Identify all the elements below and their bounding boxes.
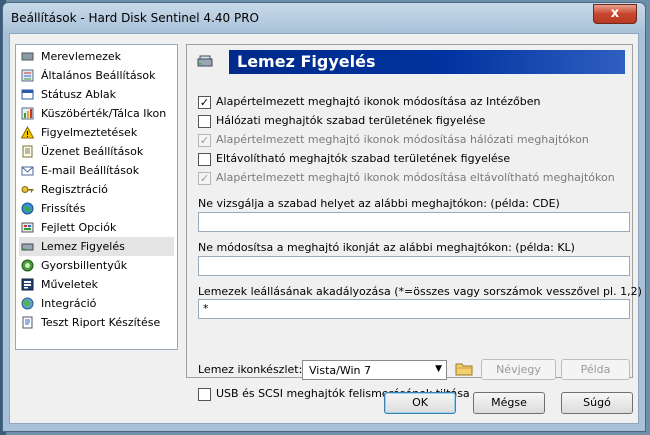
panel-header: Lemez Figyelés	[195, 50, 625, 74]
hotkey-icon	[21, 259, 34, 272]
key-icon	[21, 186, 34, 193]
sidebar-item-kuszobertek[interactable]: Küszöbérték/Tálca Ikon	[19, 104, 174, 123]
settings-icon	[21, 69, 34, 82]
sidebar-item-lemez-figyeles[interactable]: Lemez Figyelés	[19, 237, 174, 256]
checkbox-box: ✓	[198, 172, 211, 185]
sidebar-item-email[interactable]: E-mail Beállítások	[19, 161, 174, 180]
sidebar-item-frissites[interactable]: Frissítés	[19, 199, 174, 218]
dialog-client-area: Merevlemezek Általános Beállítások Státu…	[9, 33, 642, 424]
email-icon	[21, 166, 34, 176]
skip-icon-change-label: Ne módosítsa a meghajtó ikonját az alább…	[198, 241, 575, 254]
preview-iconset-button[interactable]: Példa	[561, 359, 630, 380]
hard-disk-icon	[21, 52, 34, 61]
help-button[interactable]: Súgó	[561, 392, 633, 414]
settings-window: Beállítások - Hard Disk Sentinel 4.40 PR…	[2, 2, 646, 432]
checkbox-box[interactable]	[198, 153, 211, 166]
iconset-value: Vista/Win 7	[309, 364, 371, 377]
prevent-spindown-input[interactable]: *	[198, 299, 630, 319]
advanced-icon	[21, 222, 34, 233]
close-button[interactable]: x	[593, 4, 637, 24]
skip-free-space-label: Ne vizsgálja a szabad helyet az alábbi m…	[198, 197, 560, 210]
disk-monitoring-panel: Lemez Figyelés ✓ Alapértelmezett meghajt…	[186, 44, 642, 401]
report-icon	[22, 316, 33, 329]
message-icon	[22, 145, 33, 158]
threshold-icon	[21, 107, 34, 120]
sidebar-item-merevlemezek[interactable]: Merevlemezek	[19, 47, 174, 66]
iconset-select[interactable]: Vista/Win 7 ▼	[302, 360, 447, 380]
disk-monitor-icon	[197, 55, 213, 67]
cancel-button[interactable]: Mégse	[473, 392, 545, 414]
window-icon	[21, 89, 34, 100]
actions-icon	[21, 278, 34, 291]
title-bar[interactable]: Beállítások - Hard Disk Sentinel 4.40 PR…	[3, 3, 645, 33]
checkbox-box[interactable]	[198, 388, 211, 401]
sidebar-item-statusz[interactable]: Státusz Ablak	[19, 85, 174, 104]
checkbox-box[interactable]	[198, 115, 211, 128]
checkbox-box[interactable]: ✓	[198, 96, 211, 109]
about-iconset-button[interactable]: Névjegy	[481, 359, 556, 380]
sidebar-item-figyelmeztetesek[interactable]: Figyelmeztetések	[19, 123, 174, 142]
folder-icon[interactable]	[455, 360, 473, 378]
prevent-spindown-label: Lemezek leállásának akadályozása (*=össz…	[198, 285, 642, 298]
integration-icon	[21, 297, 34, 310]
sidebar-item-fejlett[interactable]: Fejlett Opciók	[19, 218, 174, 237]
iconset-label: Lemez ikonkészlet:	[198, 363, 303, 376]
sidebar-item-muveletek[interactable]: Műveletek	[19, 275, 174, 294]
ok-button[interactable]: OK	[384, 392, 456, 414]
sidebar-item-uzenet[interactable]: Üzenet Beállítások	[19, 142, 174, 161]
sidebar-item-altalanos[interactable]: Általános Beállítások	[19, 66, 174, 85]
disk-monitor-icon	[21, 243, 34, 251]
sidebar-item-teszt-riport[interactable]: Teszt Riport Készítése	[19, 313, 174, 332]
checkbox-box: ✓	[198, 134, 211, 147]
settings-nav-list: Merevlemezek Általános Beállítások Státu…	[15, 44, 178, 350]
window-title: Beállítások - Hard Disk Sentinel 4.40 PR…	[11, 11, 259, 25]
panel-title: Lemez Figyelés	[229, 50, 625, 74]
skip-free-space-input[interactable]	[198, 212, 630, 232]
sidebar-item-gyorsbillentyuk[interactable]: Gyorsbillentyűk	[19, 256, 174, 275]
globe-icon	[21, 202, 34, 215]
warning-icon	[21, 126, 34, 139]
sidebar-item-integracio[interactable]: Integráció	[19, 294, 174, 313]
sidebar-item-regisztracio[interactable]: Regisztráció	[19, 180, 174, 199]
skip-icon-change-input[interactable]	[198, 256, 630, 276]
chevron-down-icon[interactable]: ▼	[435, 364, 442, 374]
